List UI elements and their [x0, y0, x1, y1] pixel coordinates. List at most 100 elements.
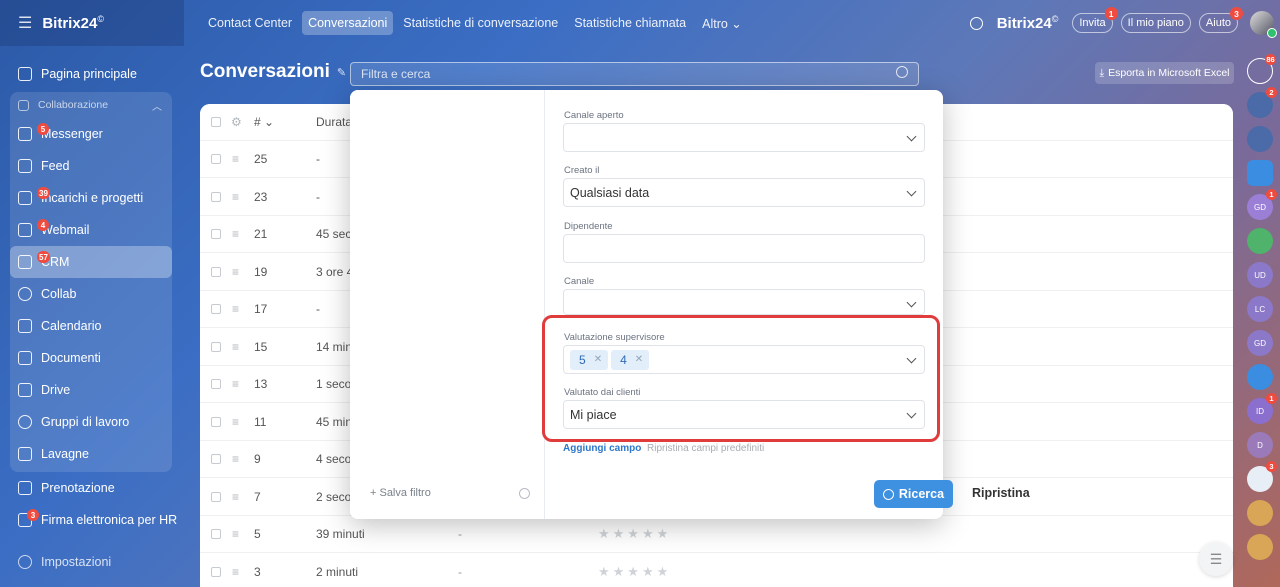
right-toolbar-item[interactable]	[1247, 126, 1273, 152]
logo[interactable]: Bitrix24©	[42, 14, 104, 32]
drag-handle-icon[interactable]: ≡	[232, 452, 239, 466]
tab-conversazioni[interactable]: Conversazioni	[302, 11, 394, 35]
search-button-label: Ricerca	[898, 487, 945, 501]
tab-statistiche-conversazione[interactable]: Statistiche di conversazione	[397, 11, 564, 35]
row-checkbox[interactable]	[211, 529, 221, 539]
drag-handle-icon[interactable]: ≡	[232, 377, 239, 391]
drag-handle-icon[interactable]: ≡	[232, 340, 239, 354]
restore-default-fields-link[interactable]: Ripristina campi predefiniti	[647, 443, 764, 454]
right-toolbar-item[interactable]: GD	[1247, 330, 1273, 356]
sidebar-group-header[interactable]: Collaborazione ︿	[10, 92, 172, 118]
user-avatar[interactable]	[1250, 11, 1277, 38]
search-icon[interactable]	[896, 66, 908, 78]
right-toolbar-item[interactable]	[1247, 228, 1273, 254]
sidebar-item-boards[interactable]: Lavagne	[10, 438, 172, 470]
row-checkbox[interactable]	[211, 454, 221, 464]
right-toolbar-item[interactable]	[1247, 534, 1273, 560]
sidebar-item-booking[interactable]: Prenotazione	[0, 472, 184, 504]
column-header-id[interactable]: # ⌄	[254, 115, 274, 129]
invite-button[interactable]: Invita 1	[1072, 7, 1118, 33]
plan-button[interactable]: Il mio piano	[1120, 13, 1191, 33]
tab-statistiche-chiamata[interactable]: Statistiche chiamata	[568, 11, 692, 35]
search-icon[interactable]	[969, 16, 983, 30]
sidebar-item-drive[interactable]: Drive	[10, 374, 172, 406]
tab-altro[interactable]: Altro ⌄	[696, 11, 748, 36]
sidebar-item-webmail[interactable]: 4 Webmail	[10, 214, 172, 246]
row-checkbox[interactable]	[211, 566, 221, 577]
pin-icon[interactable]: ✎	[337, 66, 346, 79]
row-checkbox[interactable]	[211, 304, 221, 314]
row-checkbox[interactable]	[211, 341, 221, 352]
drag-handle-icon[interactable]: ≡	[232, 227, 239, 241]
drag-handle-icon[interactable]: ≡	[232, 190, 239, 204]
right-toolbar-item[interactable]: D	[1247, 432, 1273, 458]
row-checkbox[interactable]	[211, 229, 221, 239]
filter-fields-panel: Canale aperto Creato il Qualsiasi data D…	[545, 90, 1030, 519]
settings-icon[interactable]: ⚙	[231, 115, 242, 129]
sidebar-item-tasks[interactable]: 39 Incarichi e progetti	[10, 182, 172, 214]
row-checkbox[interactable]	[211, 266, 221, 277]
drag-handle-icon[interactable]: ≡	[232, 302, 239, 316]
right-toolbar-item[interactable]: 86	[1247, 54, 1276, 84]
row-id: 21	[254, 227, 268, 241]
drag-handle-icon[interactable]: ≡	[232, 152, 239, 166]
supervisor-rating-select[interactable]: 5 ✕ 4 ✕	[563, 345, 925, 374]
help-button[interactable]: Aiuto 3	[1198, 7, 1243, 33]
gear-icon[interactable]	[519, 488, 530, 499]
right-toolbar-item[interactable]: 3	[1247, 461, 1277, 492]
close-icon[interactable]: ✕	[594, 354, 602, 365]
row-id: 15	[254, 339, 268, 354]
right-toolbar-item[interactable]: UD	[1247, 262, 1273, 288]
drag-handle-icon[interactable]: ≡	[232, 415, 239, 429]
right-toolbar-item[interactable]	[1247, 500, 1273, 526]
drag-handle-icon[interactable]: ≡	[232, 265, 239, 279]
export-excel-button[interactable]: ⤓ Esporta in Microsoft Excel	[1095, 62, 1234, 84]
right-toolbar-item[interactable]: 2	[1247, 87, 1277, 118]
created-date-select[interactable]: Qualsiasi data	[563, 178, 925, 207]
row-checkbox[interactable]	[211, 379, 221, 389]
select-all-checkbox[interactable]	[211, 117, 221, 127]
right-toolbar-item[interactable]: ID 1	[1247, 393, 1277, 424]
list-menu-icon[interactable]: ☰	[1199, 542, 1233, 576]
channel-select[interactable]	[563, 289, 925, 315]
drag-handle-icon[interactable]: ≡	[232, 527, 239, 541]
tab-contact-center[interactable]: Contact Center	[202, 11, 298, 35]
search-input[interactable]: Filtra e cerca	[350, 62, 919, 86]
row-id: 11	[254, 414, 267, 429]
row-checkbox[interactable]	[211, 416, 221, 427]
sidebar-item-groups[interactable]: Gruppi di lavoro	[10, 406, 172, 438]
row-checkbox[interactable]	[211, 154, 221, 164]
save-filter-button[interactable]: + Salva filtro	[370, 487, 431, 499]
row-checkbox[interactable]	[211, 191, 221, 202]
rating-tag: 5 ✕	[570, 349, 609, 370]
page-title: Conversazioni	[200, 61, 330, 82]
sidebar-item-collab[interactable]: Collab	[10, 278, 172, 310]
right-toolbar-item[interactable]: LC	[1247, 296, 1273, 322]
add-field-link[interactable]: Aggiungi campo	[563, 443, 641, 454]
table-row[interactable]: ≡ 5 39 minuti - ★★★★★	[200, 516, 1233, 553]
employee-field[interactable]	[563, 234, 925, 263]
sidebar-item-feed[interactable]: Feed	[10, 150, 172, 182]
sidebar-item-settings[interactable]: Impostazioni	[0, 546, 184, 578]
close-icon[interactable]: ✕	[635, 354, 643, 365]
sidebar-item-home[interactable]: Pagina principale	[0, 58, 184, 90]
menu-icon[interactable]: ☰	[18, 13, 32, 33]
row-checkbox[interactable]	[211, 491, 221, 502]
sidebar-item-documents[interactable]: Documenti	[10, 342, 172, 374]
right-toolbar-item[interactable]	[1247, 364, 1273, 390]
right-toolbar-item[interactable]: GD 1	[1247, 189, 1277, 220]
table-row[interactable]: ≡ 3 2 minuti - ★★★★★	[200, 554, 1233, 587]
sidebar-item-messenger[interactable]: 5 Messenger	[10, 118, 172, 150]
sidebar-item-hr-signature[interactable]: 3 Firma elettronica per HR	[0, 504, 184, 536]
sidebar-item-crm[interactable]: 57 CRM	[10, 246, 172, 278]
column-header-duration[interactable]: Durata	[316, 115, 352, 129]
row-id: 25	[254, 152, 268, 166]
sidebar-item-calendar[interactable]: Calendario	[10, 310, 172, 342]
reset-button[interactable]: Ripristina	[972, 486, 1030, 500]
right-toolbar-item[interactable]	[1247, 160, 1273, 186]
search-button[interactable]: Ricerca	[874, 480, 953, 508]
drag-handle-icon[interactable]: ≡	[232, 490, 239, 504]
drag-handle-icon[interactable]: ≡	[232, 565, 239, 579]
open-channel-select[interactable]	[563, 123, 925, 152]
client-rating-select[interactable]: Mi piace	[563, 400, 925, 429]
